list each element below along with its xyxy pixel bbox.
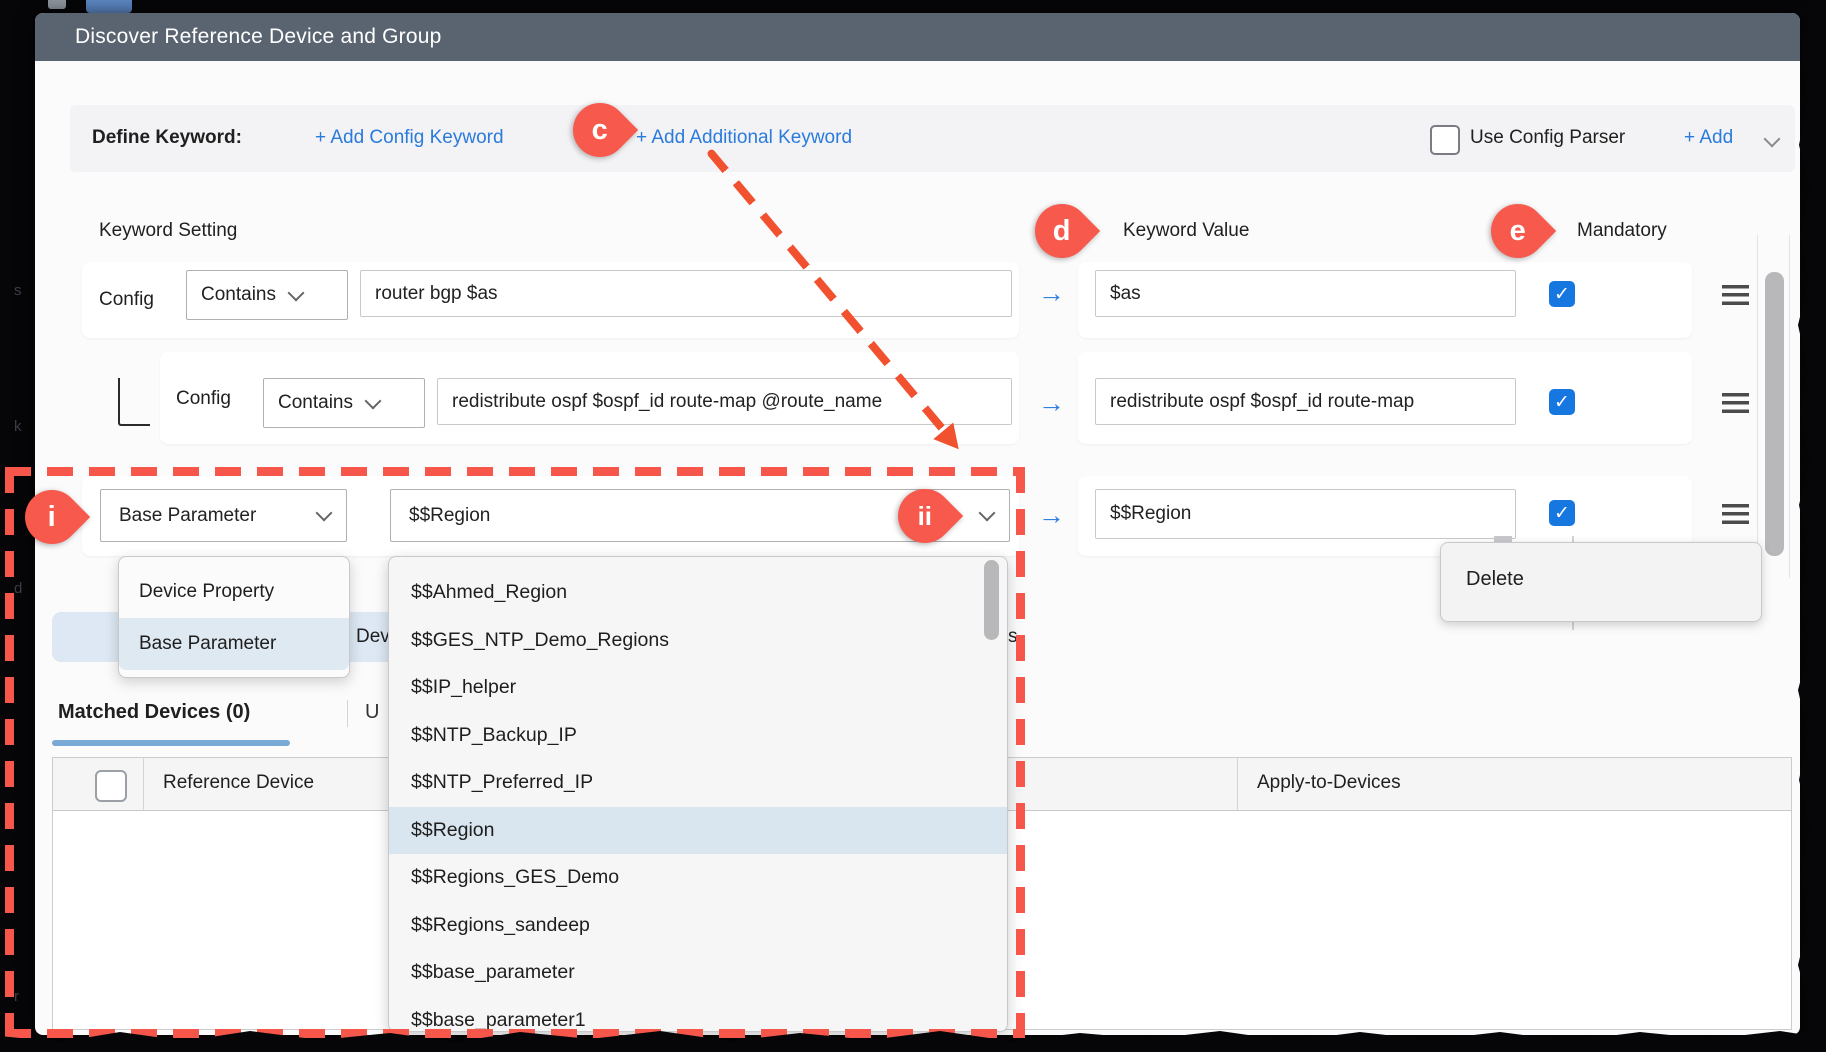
row2-drag-handle-icon[interactable] xyxy=(1722,393,1749,413)
row1-pattern-input[interactable]: router bgp $as xyxy=(360,270,1012,317)
active-tab-underline xyxy=(52,740,290,746)
chevron-down-icon xyxy=(287,284,305,301)
dropdown-option[interactable]: $$Regions_GES_Demo xyxy=(389,854,1007,902)
dropdown-option[interactable]: $$NTP_Preferred_IP xyxy=(389,759,1007,807)
table-column-divider xyxy=(1237,758,1238,810)
annotation-pin-label: d xyxy=(1053,214,1071,247)
row3-drag-handle-icon[interactable] xyxy=(1722,504,1749,524)
menu-item-device-property[interactable]: Device Property xyxy=(119,566,349,618)
dropdown-option[interactable]: $$base_parameter xyxy=(389,949,1007,997)
screenshot-stage: s k d r Discover Reference Device and Gr… xyxy=(0,0,1826,1052)
dropdown-option[interactable]: $$NTP_Backup_IP xyxy=(389,712,1007,760)
dialog-titlebar: Discover Reference Device and Group xyxy=(35,13,1800,61)
row2-pattern-input[interactable]: redistribute ospf $ospf_id route-map @ro… xyxy=(437,378,1012,425)
column-header-reference-device: Reference Device xyxy=(163,772,315,793)
annotation-pin-label: ii xyxy=(917,500,933,531)
tab-separator xyxy=(347,700,348,727)
dropdown-option[interactable]: $$Region xyxy=(389,806,1007,854)
table-column-divider xyxy=(143,758,144,810)
maps-to-arrow-icon: → xyxy=(1038,500,1065,530)
background-text-fragment: k xyxy=(14,418,22,435)
background-text-fragment: r xyxy=(14,988,19,1005)
dropdown-scrollbar-thumb[interactable] xyxy=(984,560,999,640)
annotation-pin-label: e xyxy=(1509,214,1527,247)
maps-to-arrow-icon: → xyxy=(1038,388,1065,418)
scrollbar-track xyxy=(1789,235,1790,578)
tab-matched-devices[interactable]: Matched Devices (0) xyxy=(58,701,250,724)
chevron-down-icon xyxy=(364,392,382,409)
tab-unmatched-devices[interactable]: U xyxy=(365,701,379,724)
row3-parameter-value: $$Region xyxy=(409,504,491,526)
column-header-apply-to-devices: Apply-to-Devices xyxy=(1257,772,1401,793)
row2-mandatory-checkbox[interactable]: ✓ xyxy=(1549,389,1575,415)
row3-mandatory-checkbox[interactable]: ✓ xyxy=(1549,500,1575,526)
dialog-title: Discover Reference Device and Group xyxy=(75,25,442,48)
device-criteria-bar-text-fragment: Dev xyxy=(356,626,390,647)
parameter-dropdown-list: $$Ahmed_Region $$GES_NTP_Demo_Regions $$IP… xyxy=(388,556,1008,1032)
background-tab-remnant xyxy=(86,0,132,13)
column-header-keyword-setting: Keyword Setting xyxy=(99,220,238,241)
define-keyword-label: Define Keyword: xyxy=(92,127,242,148)
menu-item-base-parameter[interactable]: Base Parameter xyxy=(119,618,349,670)
row3-value-input[interactable]: $$Region xyxy=(1095,489,1516,539)
annotation-highlight-box-left xyxy=(5,467,14,1038)
background-window-remnant xyxy=(48,0,66,9)
dropdown-option[interactable]: $$GES_NTP_Demo_Regions xyxy=(389,617,1007,665)
chevron-down-icon xyxy=(978,504,996,522)
row1-mandatory-checkbox[interactable]: ✓ xyxy=(1549,281,1575,307)
use-config-parser-label: Use Config Parser xyxy=(1470,127,1626,148)
row1-value-input[interactable]: $as xyxy=(1095,270,1516,317)
child-row-connector xyxy=(118,378,150,426)
column-header-keyword-value: Keyword Value xyxy=(1123,220,1250,241)
row3-type-select[interactable]: Base Parameter xyxy=(100,489,347,542)
annotation-highlight-box-top xyxy=(5,467,1025,476)
use-config-parser-checkbox[interactable] xyxy=(1430,125,1460,155)
row1-operator-select[interactable]: Contains xyxy=(186,270,348,320)
row2-type-label: Config xyxy=(176,388,231,409)
context-menu-delete-item[interactable]: Delete xyxy=(1466,568,1524,591)
dropdown-option[interactable]: $$base_parameter1 xyxy=(389,997,1007,1032)
add-config-keyword-link[interactable]: + Add Config Keyword xyxy=(315,127,504,149)
add-additional-keyword-link[interactable]: + Add Additional Keyword xyxy=(636,127,852,149)
background-text-fragment: d xyxy=(14,580,23,597)
row1-type-label: Config xyxy=(99,289,154,310)
select-all-checkbox[interactable] xyxy=(95,770,127,802)
background-text-fragment: s xyxy=(14,282,22,299)
dropdown-option[interactable]: $$Regions_sandeep xyxy=(389,902,1007,950)
annotation-highlight-box-right xyxy=(1016,467,1025,1038)
column-header-mandatory: Mandatory xyxy=(1577,220,1667,241)
type-dropdown-menu: Device Property Base Parameter xyxy=(118,556,350,678)
scrollbar-thumb[interactable] xyxy=(1765,272,1784,556)
row3-type-value: Base Parameter xyxy=(119,504,257,526)
annotation-pin-label: c xyxy=(591,113,609,146)
maps-to-arrow-icon: → xyxy=(1038,278,1065,308)
annotation-pin-label: i xyxy=(47,500,57,533)
scrollbar-track xyxy=(1757,235,1758,578)
row2-value-input[interactable]: redistribute ospf $ospf_id route-map xyxy=(1095,378,1516,425)
row2-operator-select[interactable]: Contains xyxy=(263,378,425,428)
dropdown-option[interactable]: $$IP_helper xyxy=(389,664,1007,712)
dropdown-option[interactable]: $$Ahmed_Region xyxy=(389,569,1007,617)
parser-add-link[interactable]: + Add xyxy=(1684,127,1733,149)
row1-operator-value: Contains xyxy=(201,284,276,305)
chevron-down-icon xyxy=(315,504,333,522)
row2-operator-value: Contains xyxy=(278,392,353,413)
row1-drag-handle-icon[interactable] xyxy=(1722,285,1749,305)
